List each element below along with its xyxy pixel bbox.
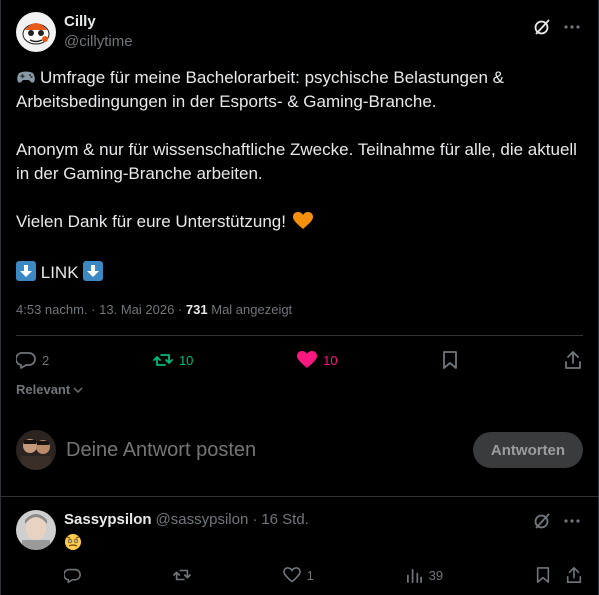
reply-header-icons [531, 510, 583, 532]
heart-icon [297, 351, 318, 368]
reply-author-name[interactable]: Sassypsilon [64, 510, 152, 530]
reply-icon [64, 568, 81, 583]
more-icon[interactable] [561, 510, 583, 532]
reply-count: 2 [42, 352, 50, 368]
reply-sort-dropdown[interactable]: Relevant [16, 382, 84, 397]
divider [16, 335, 583, 336]
post-line-3: Anonym & nur für wissenschaftliche Zweck… [16, 140, 577, 159]
grok-icon[interactable] [531, 510, 553, 532]
current-user-avatar[interactable] [16, 430, 56, 470]
post-line-5: Vielen Dank für eure Unterstützung! [16, 212, 286, 231]
reply-tweet[interactable]: Sassypsilon @sassypsilon · 16 Std. [16, 510, 583, 556]
bookmark-icon[interactable] [535, 566, 551, 584]
bookmark-button[interactable] [441, 350, 459, 370]
share-icon[interactable] [565, 566, 583, 584]
meta-separator: · [91, 302, 96, 317]
repost-icon [153, 354, 173, 366]
chevron-down-icon [73, 387, 83, 393]
share-icon [565, 351, 581, 369]
reply-views-button[interactable]: 39 [406, 567, 443, 584]
repost-count: 10 [178, 352, 194, 368]
bookmark-icon [443, 351, 458, 369]
reply-submit-button[interactable]: Antworten [473, 432, 583, 468]
reply-time[interactable]: 16 Std. [261, 510, 309, 530]
views-count: 731 [185, 302, 208, 317]
reply-button[interactable]: 2 [16, 350, 49, 370]
down-arrow-emoji [16, 261, 36, 281]
reply-content: Sassypsilon @sassypsilon · 16 Std. [64, 510, 583, 556]
repost-button[interactable]: 10 [153, 350, 193, 370]
post-body: Umfrage für meine Bachelorarbeit: psychi… [16, 66, 581, 285]
reply-author-handle[interactable]: @sassypsilon [156, 510, 249, 530]
meta-separator: · [177, 302, 183, 317]
post-time[interactable]: 4:53 nachm. [16, 302, 88, 317]
post-line-4: in der Gaming-Branche arbeiten. [16, 164, 263, 183]
like-count: 10 [323, 352, 338, 368]
reply-reply-button[interactable] [64, 567, 81, 584]
post-action-bar: 2 10 10 [16, 346, 583, 374]
post-date[interactable]: 13. Mai 2026 [99, 302, 174, 317]
post-meta: 4:53 nachm. · 13. Mai 2026 · 731 Mal ang… [16, 300, 292, 320]
gamepad-emoji [16, 67, 36, 83]
post-header: Cilly @cillytime [16, 12, 583, 56]
link-text[interactable]: LINK [41, 263, 79, 282]
more-icon[interactable] [561, 16, 583, 38]
share-button[interactable] [563, 350, 583, 370]
post-line-1: Umfrage für meine Bachelorarbeit: psychi… [40, 68, 504, 87]
views-icon [406, 568, 422, 583]
post-header-icons [531, 12, 583, 38]
reply-extra-actions [535, 566, 583, 584]
heart-icon [282, 567, 301, 583]
grok-icon[interactable] [531, 16, 553, 38]
reply-author-avatar[interactable] [16, 510, 56, 550]
reply-action-bar: 1 39 [64, 565, 583, 585]
reply-repost-button[interactable] [172, 566, 191, 584]
views-label: Mal angezeigt [211, 302, 293, 317]
reply-input[interactable] [66, 438, 473, 462]
divider [0, 496, 599, 497]
reply-meta-line: Sassypsilon @sassypsilon · 16 Std. [64, 510, 583, 530]
author-avatar[interactable] [16, 12, 56, 52]
down-arrow-emoji [83, 261, 104, 281]
orange-heart-emoji [292, 212, 313, 237]
reply-like-count: 1 [306, 567, 314, 583]
reply-icon [16, 352, 36, 369]
nervous-face-emoji [64, 533, 583, 556]
author-identity: Cilly @cillytime [64, 12, 133, 52]
post-line-2: Arbeitsbedingungen in der Esports- & Gam… [16, 92, 437, 111]
like-button[interactable]: 10 [297, 351, 338, 369]
author-name[interactable]: Cilly [64, 12, 133, 32]
reply-like-button[interactable]: 1 [282, 567, 314, 583]
reply-separator: · [252, 511, 258, 528]
reply-composer: Antworten [16, 428, 583, 472]
repost-icon [172, 569, 191, 581]
author-handle[interactable]: @cillytime [64, 32, 133, 52]
reply-views-count: 39 [428, 567, 444, 583]
sort-label: Relevant [16, 382, 71, 397]
